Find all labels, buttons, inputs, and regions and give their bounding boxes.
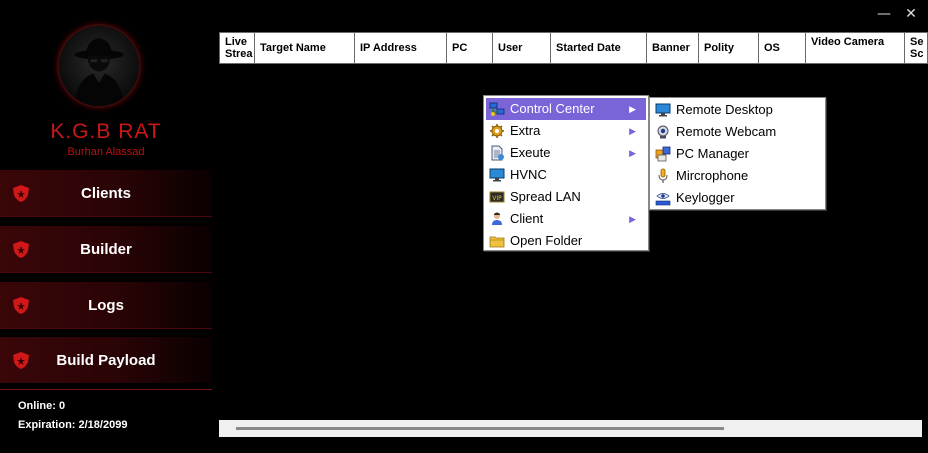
shield-icon xyxy=(13,241,29,258)
column-header[interactable]: IP Address xyxy=(354,32,446,64)
shield-icon xyxy=(13,297,29,314)
minimize-button[interactable]: — xyxy=(876,6,892,22)
chevron-right-icon: ▶ xyxy=(629,104,636,114)
gear-icon xyxy=(490,124,504,138)
network-icon xyxy=(489,102,505,116)
menu-item-label: Control Center xyxy=(510,101,595,116)
vip-icon: VIP xyxy=(489,191,505,203)
user-icon xyxy=(492,212,502,225)
chevron-right-icon: ▶ xyxy=(629,148,636,158)
expiration-date: Expiration: 2/18/2099 xyxy=(18,419,128,431)
sidebar-item-build-payload[interactable]: Build Payload xyxy=(0,337,212,383)
sidebar-item-label: Logs xyxy=(88,296,124,314)
column-header[interactable]: OS xyxy=(758,32,805,64)
microphone-icon xyxy=(658,168,668,183)
spy-logo-icon xyxy=(57,24,141,108)
menu-item-hvnc[interactable]: HVNC xyxy=(486,164,646,186)
divider xyxy=(0,272,212,273)
menu-item-mircrophone[interactable]: Mircrophone xyxy=(652,165,823,187)
menu-item-control-center[interactable]: Control Center ▶ xyxy=(486,98,646,120)
menu-item-pc-manager[interactable]: PC Manager xyxy=(652,143,823,165)
webcam-icon xyxy=(657,125,669,139)
menu-item-label: PC Manager xyxy=(676,146,749,161)
sidebar: K.G.B RAT Burhan Alassad Clients Builder… xyxy=(0,0,212,453)
column-header[interactable]: Polity xyxy=(698,32,758,64)
menu-item-client[interactable]: Client ▶ xyxy=(486,208,646,230)
column-header[interactable]: PC xyxy=(446,32,492,64)
menu-item-spread-lan[interactable]: VIP Spread LAN xyxy=(486,186,646,208)
pc-manager-icon xyxy=(655,146,671,162)
menu-item-open-folder[interactable]: Open Folder xyxy=(486,230,646,252)
menu-item-label: Keylogger xyxy=(676,190,735,205)
monitor-icon xyxy=(655,103,671,117)
divider xyxy=(0,216,212,217)
menu-item-label: Mircrophone xyxy=(676,168,749,183)
menu-item-label: HVNC xyxy=(510,167,547,182)
menu-item-label: Open Folder xyxy=(510,233,583,248)
folder-icon xyxy=(489,236,505,248)
horizontal-scrollbar[interactable] xyxy=(219,420,922,437)
shield-icon xyxy=(13,352,29,369)
shield-icon xyxy=(13,185,29,202)
context-menu: Control Center ▶ Extra ▶ Exeute ▶ HVNC V… xyxy=(483,95,649,251)
sidebar-item-label: Build Payload xyxy=(56,351,156,369)
keylogger-icon xyxy=(655,193,671,206)
close-button[interactable]: ✕ xyxy=(903,6,919,22)
app-author: Burhan Alassad xyxy=(67,146,145,158)
menu-item-label: Remote Desktop xyxy=(676,102,773,117)
chevron-right-icon: ▶ xyxy=(629,126,636,136)
divider xyxy=(0,328,212,329)
menu-item-label: Spread LAN xyxy=(510,189,581,204)
column-header[interactable]: Started Date xyxy=(550,32,646,64)
menu-item-label: Extra xyxy=(510,123,541,138)
column-header[interactable]: Se Sc xyxy=(904,32,928,64)
document-icon xyxy=(491,145,504,161)
column-header[interactable]: Video Camera xyxy=(805,32,904,64)
column-header[interactable]: Banner xyxy=(646,32,698,64)
scrollbar-thumb[interactable] xyxy=(236,427,724,430)
grid-header: Live Strea Target Name IP Address PC Use… xyxy=(219,32,928,64)
menu-item-remote-webcam[interactable]: Remote Webcam xyxy=(652,121,823,143)
divider xyxy=(0,389,212,390)
sidebar-item-clients[interactable]: Clients xyxy=(0,170,212,216)
control-center-submenu: Remote Desktop Remote Webcam PC Manager … xyxy=(649,97,826,210)
menu-item-label: Exeute xyxy=(510,145,551,160)
menu-item-keylogger[interactable]: Keylogger xyxy=(652,187,823,209)
column-header[interactable]: User xyxy=(492,32,550,64)
menu-item-exeute[interactable]: Exeute ▶ xyxy=(486,142,646,164)
monitor-icon xyxy=(489,168,505,182)
app-brand: K.G.B RAT xyxy=(50,120,162,143)
online-count: Online: 0 xyxy=(18,400,66,412)
column-header[interactable]: Target Name xyxy=(254,32,354,64)
column-header[interactable]: Live Strea xyxy=(219,32,254,64)
menu-item-extra[interactable]: Extra ▶ xyxy=(486,120,646,142)
sidebar-item-builder[interactable]: Builder xyxy=(0,226,212,272)
sidebar-item-label: Builder xyxy=(80,240,132,258)
menu-item-label: Remote Webcam xyxy=(676,124,777,139)
menu-item-label: Client xyxy=(510,211,544,226)
menu-item-remote-desktop[interactable]: Remote Desktop xyxy=(652,99,823,121)
sidebar-item-label: Clients xyxy=(80,184,131,202)
sidebar-item-logs[interactable]: Logs xyxy=(0,282,212,328)
svg-text:VIP: VIP xyxy=(492,195,502,202)
chevron-right-icon: ▶ xyxy=(629,214,636,224)
